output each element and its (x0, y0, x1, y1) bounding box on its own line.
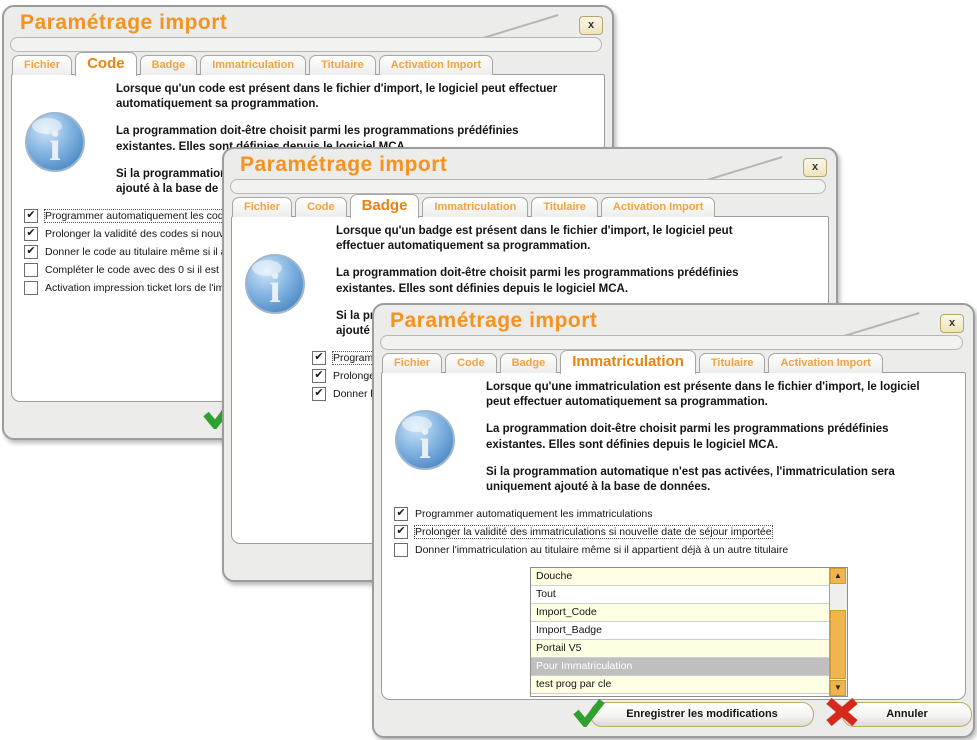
close-button[interactable]: x (803, 158, 827, 177)
checkbox-checked-icon[interactable]: ✔ (312, 369, 326, 383)
checkbox-checked-icon[interactable]: ✔ (312, 387, 326, 401)
info-icon: i (244, 253, 306, 320)
checkbox-unchecked[interactable] (24, 281, 38, 295)
tab-badge[interactable]: Badge (500, 353, 558, 373)
checkbox-row[interactable]: Donner l'immatriculation au titulaire mê… (394, 543, 965, 556)
tab-activation-import[interactable]: Activation Import (601, 197, 715, 217)
checkbox-checked-icon[interactable]: ✔ (394, 525, 408, 539)
paragraph-intro: Lorsque qu'un code est présent dans le f… (116, 82, 582, 112)
tab-code[interactable]: Code (295, 197, 347, 217)
list-item[interactable]: test prog par cle (531, 676, 830, 694)
tab-bar: Fichier Code Badge Immatriculation Titul… (382, 350, 965, 373)
window-title: Paramétrage import (390, 309, 597, 333)
paragraph-predefined: La programmation doit-être choisit parmi… (486, 422, 943, 452)
titlebar: Paramétrage import x (374, 305, 973, 351)
tab-badge[interactable]: Badge (140, 55, 198, 75)
list-item[interactable]: Tout (531, 586, 830, 604)
tab-titulaire[interactable]: Titulaire (309, 55, 376, 75)
tab-bar: Fichier Code Badge Immatriculation Titul… (232, 194, 828, 217)
titlebar-strip (230, 179, 826, 194)
checkbox-unchecked[interactable] (394, 543, 408, 557)
save-check-icon (572, 697, 606, 732)
checkbox-label: Programmer automatiquement les immatricu… (415, 508, 653, 520)
tab-fichier[interactable]: Fichier (12, 55, 72, 75)
checkbox-label: Programmer automatiquement les codes (45, 210, 235, 222)
tab-fichier[interactable]: Fichier (232, 197, 292, 217)
footer: Enregistrer les modifications Annuler (374, 702, 973, 732)
tab-content-panel: i Lorsque qu'une immatriculation est pré… (381, 372, 966, 700)
tab-activation-import[interactable]: Activation Import (379, 55, 493, 75)
titlebar: Paramétrage import x (224, 149, 836, 195)
info-icon: i (24, 111, 86, 178)
listbox-scrollbar[interactable]: ▲ ▼ (829, 568, 847, 696)
checkbox-row[interactable]: ✔ Programmer automatiquement les immatri… (394, 507, 965, 520)
tab-badge[interactable]: Badge (350, 194, 420, 218)
description-paragraphs: Lorsque qu'une immatriculation est prése… (486, 380, 943, 495)
tab-activation-import[interactable]: Activation Import (768, 353, 882, 373)
tab-titulaire[interactable]: Titulaire (531, 197, 598, 217)
scroll-up-arrow-icon[interactable]: ▲ (830, 568, 846, 584)
titlebar: Paramétrage import x (4, 7, 612, 53)
list-item[interactable]: Import_Badge (531, 622, 830, 640)
tab-immatriculation[interactable]: Immatriculation (560, 350, 696, 374)
svg-text:i: i (419, 422, 431, 468)
window-parametrage-import-immatriculation: Paramétrage import x Fichier Code Badge … (372, 303, 975, 738)
paragraph-fallback: Si la programmation automatique n'est pa… (486, 465, 943, 495)
checkbox-checked-icon[interactable]: ✔ (24, 209, 38, 223)
window-title: Paramétrage import (20, 11, 227, 35)
checkbox-group: ✔ Programmer automatiquement les immatri… (394, 507, 965, 556)
tab-code[interactable]: Code (75, 52, 137, 76)
tab-immatriculation[interactable]: Immatriculation (422, 197, 528, 217)
checkbox-unchecked[interactable] (24, 263, 38, 277)
list-item[interactable]: Portail V5 (531, 640, 830, 658)
scrollbar-thumb[interactable] (830, 610, 846, 679)
checkbox-checked-icon[interactable]: ✔ (24, 245, 38, 259)
programmation-listbox: Douche Tout Import_Code Import_Badge Por… (530, 567, 848, 697)
checkbox-checked-icon[interactable]: ✔ (24, 227, 38, 241)
svg-text:i: i (269, 266, 281, 312)
checkbox-row[interactable]: ✔ Prolonger la validité des immatriculat… (394, 525, 965, 538)
list-item[interactable]: Douche (531, 568, 830, 586)
listbox-rows: Douche Tout Import_Code Import_Badge Por… (531, 568, 830, 696)
cancel-x-icon (824, 698, 860, 731)
paragraph-predefined: La programmation doit-être choisit parmi… (336, 266, 806, 296)
info-icon: i (394, 409, 456, 476)
list-item-selected[interactable]: Pour Immatriculation (531, 658, 830, 676)
tab-immatriculation[interactable]: Immatriculation (200, 55, 306, 75)
scroll-down-arrow-icon[interactable]: ▼ (830, 680, 846, 696)
save-button[interactable]: Enregistrer les modifications (590, 702, 814, 727)
tab-titulaire[interactable]: Titulaire (699, 353, 766, 373)
titlebar-strip (10, 37, 602, 52)
checkbox-label: Donner l'immatriculation au titulaire mê… (415, 544, 788, 556)
window-title: Paramétrage import (240, 153, 447, 177)
checkbox-label: Prolonger la validité des immatriculatio… (415, 526, 772, 538)
checkbox-checked-icon[interactable]: ✔ (312, 351, 326, 365)
list-item[interactable]: Import_Code (531, 604, 830, 622)
tab-code[interactable]: Code (445, 353, 497, 373)
paragraph-intro: Lorsque qu'une immatriculation est prése… (486, 380, 943, 410)
paragraph-intro: Lorsque qu'un badge est présent dans le … (336, 224, 806, 254)
close-button[interactable]: x (579, 16, 603, 35)
close-button[interactable]: x (940, 314, 964, 333)
tab-fichier[interactable]: Fichier (382, 353, 442, 373)
svg-text:i: i (49, 124, 61, 170)
checkbox-checked-icon[interactable]: ✔ (394, 507, 408, 521)
cancel-button[interactable]: Annuler (842, 702, 972, 727)
tab-bar: Fichier Code Badge Immatriculation Titul… (12, 52, 604, 75)
titlebar-strip (380, 335, 963, 350)
